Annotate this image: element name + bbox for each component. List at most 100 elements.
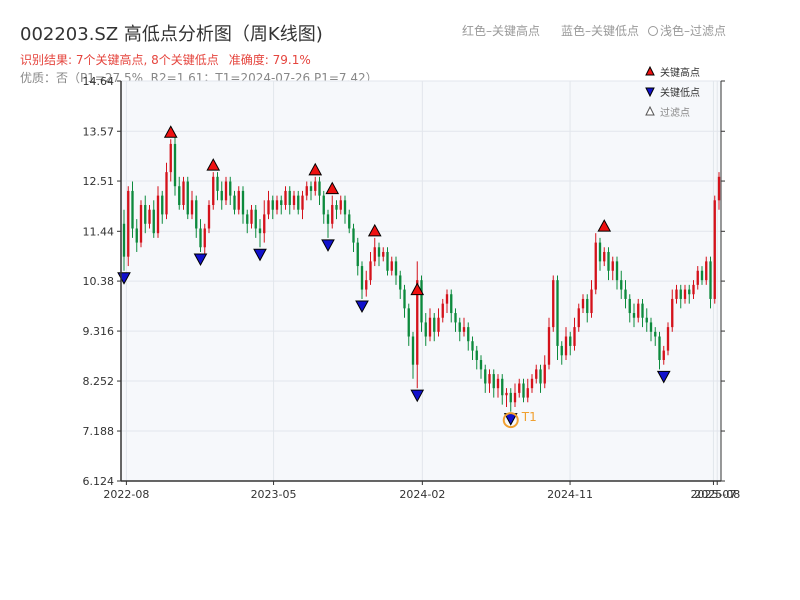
candle-body-88 xyxy=(496,378,500,389)
candle-body-123 xyxy=(645,317,648,323)
candle-body-49 xyxy=(331,205,334,224)
candle-body-78 xyxy=(454,313,457,323)
candle-body-31 xyxy=(254,209,257,229)
candle-1 xyxy=(127,186,130,267)
candle-body-109 xyxy=(586,298,589,314)
candle-body-17 xyxy=(195,200,198,229)
candle-body-128 xyxy=(666,327,670,351)
candle-body-42 xyxy=(301,195,304,210)
y-tick-label-8: 6.124 xyxy=(83,475,115,488)
candle-body-10 xyxy=(165,172,168,215)
candle-body-108 xyxy=(581,298,585,309)
candle-body-36 xyxy=(275,200,279,210)
candle-body-119 xyxy=(628,298,631,314)
candle-body-21 xyxy=(212,176,215,206)
candle-body-80 xyxy=(462,327,466,332)
candle-body-90 xyxy=(505,392,508,396)
candle-body-76 xyxy=(445,294,449,304)
y-tick-label-7: 7.188 xyxy=(83,425,115,438)
x-tick-label-2: 2024-02 xyxy=(399,488,445,501)
candle-body-29 xyxy=(246,214,249,224)
candle-body-51 xyxy=(339,200,342,210)
candle-body-127 xyxy=(662,350,665,361)
candle-body-30 xyxy=(250,209,253,224)
candle-body-134 xyxy=(692,284,695,295)
candle-body-62 xyxy=(386,251,389,271)
candle-body-112 xyxy=(598,242,602,262)
candle-body-73 xyxy=(433,317,436,332)
y-tick-label-2: 12.51 xyxy=(83,175,115,188)
candle-body-41 xyxy=(297,195,300,210)
candle-body-115 xyxy=(611,261,614,271)
legend-label-low: 关键低点 xyxy=(660,86,700,99)
legend-label-filtered: 过滤点 xyxy=(660,106,690,119)
candle-body-16 xyxy=(190,200,194,215)
candle-body-106 xyxy=(573,327,576,346)
candle-body-100 xyxy=(547,327,551,365)
t1-label: T1 xyxy=(521,410,537,424)
candle-body-71 xyxy=(424,322,427,337)
candle-body-19 xyxy=(203,228,206,248)
candle-body-98 xyxy=(539,369,542,384)
candle-body-125 xyxy=(654,331,657,337)
candle-body-101 xyxy=(552,280,555,328)
candle-body-132 xyxy=(683,289,687,299)
candle-body-114 xyxy=(607,251,610,271)
candle-body-113 xyxy=(603,251,606,262)
candle-body-55 xyxy=(356,242,359,267)
candle-body-135 xyxy=(696,270,699,285)
candle-body-35 xyxy=(271,200,274,210)
y-tick-label-4: 10.38 xyxy=(83,275,115,288)
candle-body-81 xyxy=(467,327,470,342)
candle-body-39 xyxy=(288,190,291,206)
candle-body-54 xyxy=(352,228,355,243)
candle-body-2 xyxy=(131,190,134,229)
candle-body-8 xyxy=(156,195,160,234)
candle-21 xyxy=(212,172,215,210)
candle-body-122 xyxy=(641,303,644,318)
x-tick-label-0: 2022-08 xyxy=(103,488,149,501)
candle-body-121 xyxy=(637,303,640,318)
y-tick-label-3: 11.44 xyxy=(83,225,115,238)
candle-body-6 xyxy=(148,209,151,224)
candle-body-37 xyxy=(280,200,283,206)
candle-128 xyxy=(666,322,670,356)
candle-body-140 xyxy=(717,176,721,201)
candle-body-25 xyxy=(229,181,232,196)
candle-body-82 xyxy=(471,341,474,351)
candle-body-95 xyxy=(526,388,529,398)
candle-body-86 xyxy=(488,374,491,384)
candle-body-3 xyxy=(135,228,138,243)
candle-body-94 xyxy=(522,383,525,398)
candle-body-20 xyxy=(207,205,211,229)
candle-body-38 xyxy=(284,190,287,206)
candle-20 xyxy=(207,200,211,234)
candle-body-137 xyxy=(705,261,708,281)
candle-body-40 xyxy=(292,195,296,206)
candle-body-70 xyxy=(420,280,423,323)
candle-body-68 xyxy=(411,336,415,365)
candle-101 xyxy=(552,275,555,332)
x-tick-label-3: 2024-11 xyxy=(547,488,593,501)
candle-body-77 xyxy=(450,294,453,314)
candle-body-83 xyxy=(475,350,478,361)
candle-body-12 xyxy=(173,143,177,187)
candle-body-117 xyxy=(620,280,623,290)
candle-body-116 xyxy=(615,261,619,281)
candle-body-99 xyxy=(543,364,546,384)
candle-body-91 xyxy=(509,392,512,403)
candle-body-96 xyxy=(530,378,534,389)
candle-body-11 xyxy=(169,143,172,173)
candle-body-18 xyxy=(199,228,202,248)
candle-body-46 xyxy=(318,181,321,196)
candle-body-126 xyxy=(658,336,661,361)
candle-body-61 xyxy=(382,251,385,257)
candle-body-84 xyxy=(479,360,483,370)
candle-body-130 xyxy=(675,289,678,299)
candle-body-22 xyxy=(216,176,219,191)
candle-body-136 xyxy=(700,270,704,281)
legend-label-high: 关键高点 xyxy=(660,66,700,79)
candle-body-79 xyxy=(458,322,461,332)
candle-body-102 xyxy=(556,280,559,346)
candle-body-63 xyxy=(390,261,393,271)
